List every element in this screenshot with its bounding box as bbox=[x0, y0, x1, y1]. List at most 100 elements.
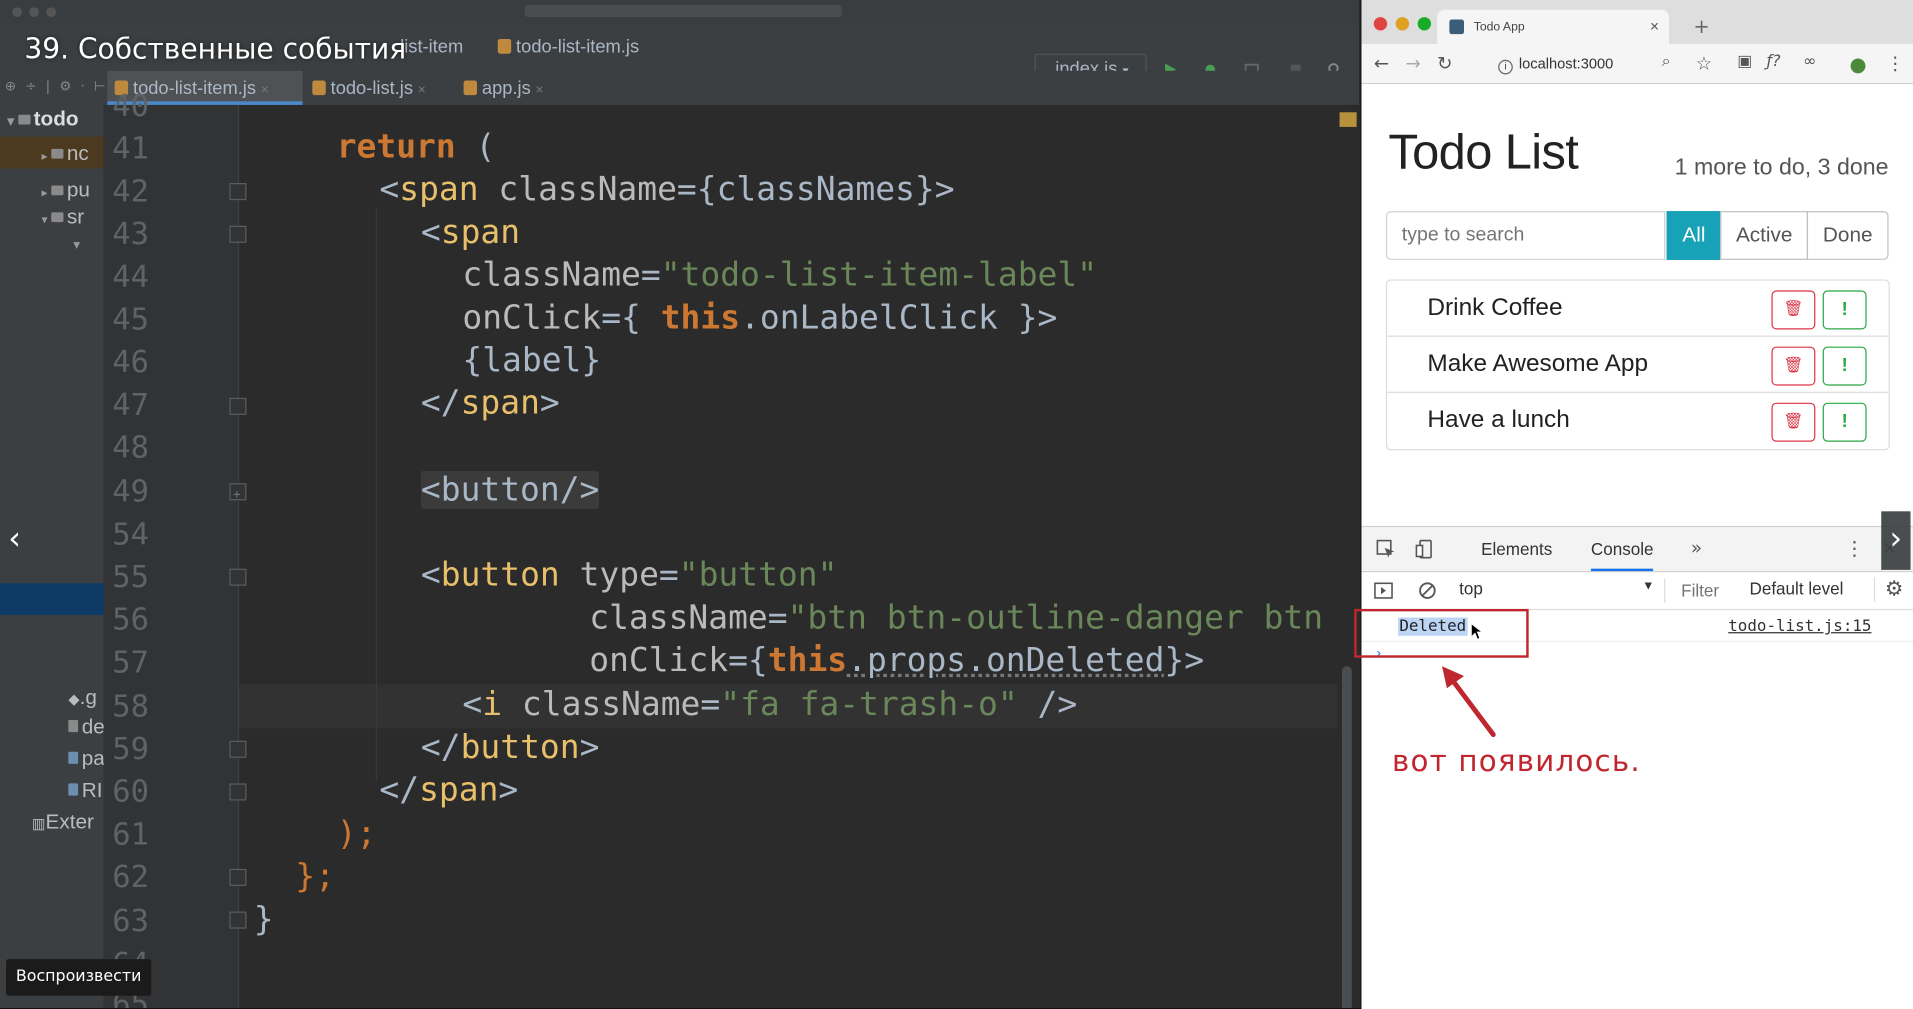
editor-scrollbar[interactable] bbox=[1337, 104, 1360, 1008]
close-icon[interactable]: × bbox=[1650, 17, 1659, 35]
star-icon[interactable]: ☆ bbox=[1696, 52, 1712, 74]
keyword: this bbox=[660, 298, 741, 337]
code-text: </ bbox=[420, 384, 461, 423]
filter-active-button[interactable]: Active bbox=[1720, 211, 1809, 260]
warning-marker[interactable] bbox=[1339, 112, 1357, 127]
code-editor[interactable]: return ( <span className={classNames}> <… bbox=[239, 105, 1337, 1008]
trash-icon: 🗑 bbox=[1783, 300, 1804, 319]
breadcrumb-file[interactable]: todo-list-item.js bbox=[497, 37, 639, 57]
kebab-menu-icon[interactable]: ⋮ bbox=[1886, 52, 1904, 74]
sidebar-toggle-icon[interactable] bbox=[1374, 581, 1394, 601]
tree-item-src[interactable]: ▾ sr bbox=[41, 205, 84, 229]
function-icon[interactable]: ƒ? bbox=[1767, 52, 1781, 70]
tree-item-label: pu bbox=[66, 178, 90, 202]
window-controls[interactable] bbox=[1373, 17, 1432, 31]
tree-item-gitignore[interactable]: ◆.g bbox=[68, 686, 97, 710]
code-text: { bbox=[621, 298, 661, 337]
annotation-text: вот появилось. bbox=[1392, 744, 1641, 779]
profile-icon[interactable]: ● bbox=[1850, 52, 1867, 75]
url-field[interactable]: i localhost:3000 bbox=[1498, 55, 1613, 75]
jsx-tag: i bbox=[482, 685, 503, 724]
context-select[interactable]: top ▼ bbox=[1459, 578, 1666, 603]
delete-button[interactable]: 🗑 bbox=[1771, 346, 1816, 386]
scrollbar-thumb[interactable] bbox=[1342, 666, 1352, 1008]
close-icon[interactable]: × bbox=[261, 83, 269, 98]
code-line-62: }; bbox=[295, 857, 335, 896]
tree-item-public[interactable]: ▸ pu bbox=[41, 178, 89, 202]
filter-done-button[interactable]: Done bbox=[1807, 211, 1889, 260]
collapsed-region[interactable]: <button/> bbox=[420, 471, 600, 509]
code-text: }> bbox=[1164, 641, 1205, 680]
breadcrumb-folder[interactable]: list-item bbox=[400, 37, 463, 58]
clear-console-icon[interactable] bbox=[1418, 581, 1438, 601]
folder-icon bbox=[51, 212, 64, 223]
tree-item-external-libraries[interactable]: ▥Exter bbox=[32, 810, 94, 834]
gear-icon[interactable]: ⚙ bbox=[1873, 577, 1904, 602]
console-filter-input[interactable] bbox=[1676, 578, 1748, 603]
glasses-icon[interactable]: ∞ bbox=[1803, 52, 1816, 70]
reload-icon[interactable]: ↻ bbox=[1437, 52, 1452, 74]
code-text: .props.onDeleted bbox=[847, 641, 1165, 680]
search-input[interactable] bbox=[1385, 211, 1666, 260]
tree-item-package[interactable]: pa bbox=[68, 747, 105, 771]
inspect-element-icon[interactable] bbox=[1376, 539, 1396, 559]
code-text: </ bbox=[420, 728, 461, 767]
code-text: = bbox=[601, 298, 622, 337]
status-filter: All Active Done bbox=[1666, 211, 1889, 260]
close-icon[interactable]: × bbox=[418, 83, 426, 98]
zoom-icon[interactable]: ⌕ bbox=[1662, 52, 1671, 70]
code-line-49[interactable]: <button/> bbox=[420, 471, 600, 509]
line-number: 49 bbox=[112, 473, 149, 509]
todo-label[interactable]: Drink Coffee bbox=[1427, 294, 1562, 322]
tree-item-label: pa bbox=[81, 746, 105, 771]
close-icon[interactable]: × bbox=[536, 83, 544, 98]
important-button[interactable]: ! bbox=[1822, 346, 1867, 386]
todo-label[interactable]: Make Awesome App bbox=[1427, 350, 1648, 378]
browser-tab[interactable]: Todo App × bbox=[1437, 9, 1669, 44]
console-source-link[interactable]: todo-list.js:15 bbox=[1728, 617, 1871, 635]
important-button[interactable]: ! bbox=[1822, 290, 1867, 330]
delete-button[interactable]: 🗑 bbox=[1771, 290, 1816, 330]
tab-elements[interactable]: Elements bbox=[1481, 539, 1552, 559]
page-title: Todo List bbox=[1388, 125, 1579, 180]
window-controls[interactable] bbox=[12, 7, 57, 18]
forward-icon[interactable]: → bbox=[1405, 52, 1420, 74]
jsx-tag: span bbox=[419, 771, 499, 810]
exclamation-icon: ! bbox=[1841, 355, 1848, 376]
plus-icon[interactable]: + bbox=[1693, 15, 1709, 38]
info-icon: i bbox=[1498, 59, 1513, 75]
folder-icon bbox=[51, 185, 64, 196]
device-toolbar-icon[interactable] bbox=[1415, 539, 1435, 559]
save-icon[interactable]: ▣ bbox=[1737, 52, 1752, 70]
line-number: 44 bbox=[112, 258, 149, 295]
tree-item-label: .g bbox=[79, 685, 97, 709]
folder-icon bbox=[51, 148, 64, 159]
previous-slide-button[interactable]: ‹ bbox=[0, 511, 30, 570]
todo-label[interactable]: Have a lunch bbox=[1427, 406, 1569, 434]
project-root[interactable]: ▾ todo bbox=[7, 107, 78, 131]
project-toolbar-icons[interactable]: ⊕ ÷ | ⚙ · ⊢ bbox=[5, 78, 108, 94]
editor-tabs: ⊕ ÷ | ⚙ · ⊢ todo-list-item.js × todo-list… bbox=[0, 70, 1360, 107]
chevron-down-icon[interactable]: ▾ bbox=[73, 237, 80, 253]
tree-item-readme[interactable]: RI bbox=[68, 779, 102, 803]
code-text: ( bbox=[455, 128, 496, 166]
delete-button[interactable]: 🗑 bbox=[1771, 402, 1816, 442]
tab-todo-list[interactable]: todo-list.js × bbox=[312, 71, 449, 105]
keyword: this bbox=[767, 641, 848, 680]
filter-all-button[interactable]: All bbox=[1666, 211, 1722, 260]
jsx-tag: button bbox=[460, 728, 580, 767]
back-icon[interactable]: ← bbox=[1374, 52, 1389, 74]
tab-console[interactable]: Console bbox=[1590, 539, 1654, 572]
next-slide-button[interactable]: › bbox=[1881, 511, 1911, 570]
tree-item-deps[interactable]: de bbox=[68, 715, 105, 739]
string-literal: "button" bbox=[678, 556, 838, 595]
log-level-select[interactable]: Default level bbox=[1749, 578, 1843, 598]
important-button[interactable]: ! bbox=[1822, 402, 1867, 442]
tab-app[interactable]: app.js × bbox=[463, 71, 574, 105]
line-number: 55 bbox=[112, 558, 149, 595]
tree-item-node-modules[interactable]: ▸ nc bbox=[41, 142, 88, 166]
kebab-menu-icon[interactable]: ⋮ bbox=[1845, 537, 1865, 560]
tab-label: todo-list-item.js bbox=[132, 78, 257, 99]
more-tabs-icon[interactable]: » bbox=[1691, 537, 1702, 559]
annotation-highlight-box bbox=[1354, 608, 1529, 658]
